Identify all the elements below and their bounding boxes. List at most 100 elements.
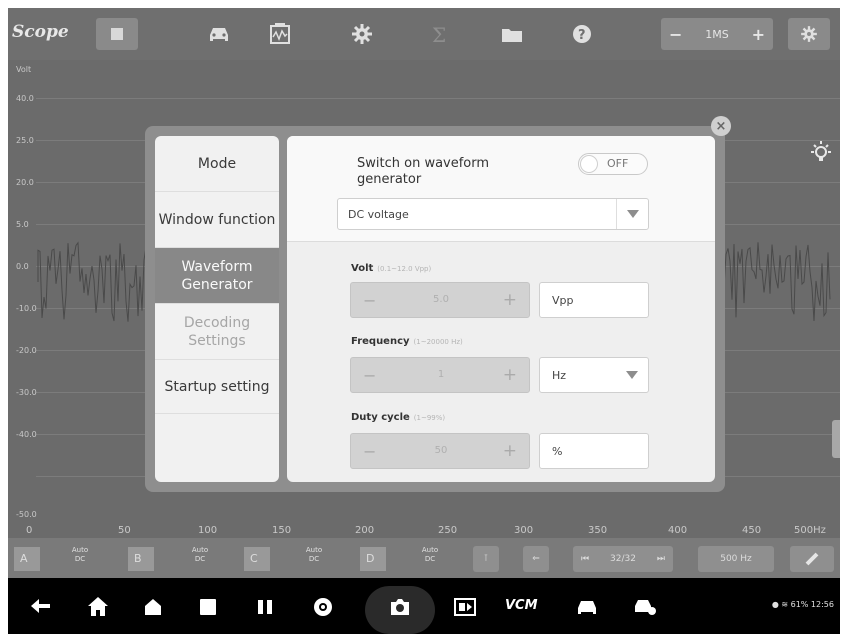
channel-c-mode: Auto bbox=[305, 546, 323, 554]
shop-manager-icon[interactable] bbox=[632, 594, 658, 620]
light-bulb-icon[interactable] bbox=[806, 138, 836, 168]
scope-settings-button[interactable] bbox=[788, 18, 830, 50]
channel-d-settings[interactable]: Auto DC bbox=[416, 546, 444, 564]
channel-d-coupling: DC bbox=[424, 555, 436, 563]
duty-cycle-unit-field[interactable]: % bbox=[539, 433, 649, 469]
channel-a-settings[interactable]: Auto DC bbox=[66, 546, 94, 564]
frame-page: 32/32 bbox=[610, 554, 636, 564]
volt-unit-field[interactable]: Vpp bbox=[539, 282, 649, 318]
frequency-button[interactable]: 500 Hz bbox=[698, 546, 774, 572]
stop-button[interactable] bbox=[96, 18, 138, 50]
trigger-button[interactable]: ⊺ bbox=[473, 546, 499, 572]
math-sigma-icon[interactable]: Σ bbox=[426, 20, 454, 48]
generator-header: Switch on waveform generator OFF DC volt… bbox=[287, 136, 715, 242]
close-icon[interactable]: × bbox=[711, 116, 731, 136]
location-icon: ● bbox=[771, 600, 779, 609]
help-icon[interactable]: ? bbox=[568, 20, 596, 48]
home-icon[interactable] bbox=[85, 594, 111, 620]
x-tick-label: 450 bbox=[742, 525, 762, 536]
vcm-button[interactable]: VCM bbox=[505, 598, 541, 624]
top-toolbar: Scope Σ ? − 1MS + bbox=[8, 8, 840, 60]
frequency-increase-button[interactable]: + bbox=[503, 365, 517, 385]
duty-cycle-stepper: − 50 + bbox=[350, 433, 530, 469]
channel-c-coupling: DC bbox=[308, 555, 320, 563]
channel-c-button[interactable]: C bbox=[244, 547, 270, 571]
first-frame-icon[interactable]: ⏮ bbox=[581, 554, 589, 564]
channel-c-settings[interactable]: Auto DC bbox=[300, 546, 328, 564]
duty-cycle-label-text: Duty cycle bbox=[351, 412, 410, 423]
settings-gear-icon[interactable] bbox=[348, 20, 376, 48]
channel-b-settings[interactable]: Auto DC bbox=[186, 546, 214, 564]
channel-a-mode: Auto bbox=[71, 546, 89, 554]
svg-text:?: ? bbox=[578, 28, 586, 43]
split-screen-icon[interactable] bbox=[252, 594, 278, 620]
camera-icon[interactable] bbox=[387, 594, 413, 620]
frame-navigator: ⏮ 32/32 ⏭ bbox=[573, 546, 673, 572]
menu-item-waveform-generator[interactable]: Waveform Generator bbox=[155, 248, 279, 304]
wifi-icon: ≋ bbox=[781, 600, 789, 609]
waveform-type-select[interactable]: DC voltage bbox=[337, 198, 649, 230]
menu-item-startup-setting[interactable]: Startup setting bbox=[155, 360, 279, 414]
volt-stepper: − 5.0 + bbox=[350, 282, 530, 318]
x-tick-label: 400 bbox=[668, 525, 688, 536]
timebase-value: 1MS bbox=[705, 27, 729, 41]
menu-item-window-function[interactable]: Window function bbox=[155, 192, 279, 248]
frequency-label: Frequency (1~20000 Hz) bbox=[351, 336, 463, 347]
vehicle-diagnostics-icon[interactable] bbox=[574, 594, 600, 620]
folder-icon[interactable] bbox=[498, 20, 526, 48]
frequency-unit: Hz bbox=[552, 369, 567, 382]
channel-b-mode: Auto bbox=[191, 546, 209, 554]
vehicle-icon[interactable] bbox=[205, 20, 233, 48]
generator-toggle[interactable]: OFF bbox=[578, 153, 648, 175]
timebase-decrease-button[interactable]: − bbox=[669, 25, 682, 44]
waveform-type-value: DC voltage bbox=[348, 208, 409, 221]
tablet-screen: Scope Σ ? − 1MS + Volt 40.0 25.0 20.0 5.… bbox=[8, 8, 840, 634]
duty-cycle-increase-button[interactable]: + bbox=[503, 441, 517, 461]
menu-item-decoding-settings[interactable]: Decoding Settings bbox=[155, 304, 279, 360]
volt-increase-button[interactable]: + bbox=[503, 290, 517, 310]
channel-a-coupling: DC bbox=[74, 555, 86, 563]
status-bar: ● ≋ 61% 12:56 bbox=[772, 600, 834, 609]
stop-icon bbox=[111, 28, 123, 40]
cursor-button[interactable]: ⇐ bbox=[523, 546, 549, 572]
menu-item-mode[interactable]: Mode bbox=[155, 136, 279, 192]
x-tick-label: 200 bbox=[355, 525, 375, 536]
x-tick-label: 500Hz bbox=[794, 525, 826, 536]
channel-b-coupling: DC bbox=[194, 555, 206, 563]
side-panel-handle[interactable] bbox=[832, 420, 840, 458]
frequency-stepper: − 1 + bbox=[350, 357, 530, 393]
channel-b-button[interactable]: B bbox=[128, 547, 154, 571]
duty-cycle-range: (1~99%) bbox=[413, 414, 446, 422]
launcher-home-icon[interactable] bbox=[140, 594, 166, 620]
screen-record-icon[interactable] bbox=[452, 594, 478, 620]
waveform-library-icon[interactable] bbox=[266, 20, 294, 48]
frequency-unit-select[interactable]: Hz bbox=[539, 357, 649, 393]
waveform-generator-panel: Switch on waveform generator OFF DC volt… bbox=[287, 136, 715, 482]
channel-bar: A Auto DC B Auto DC C Auto DC D Auto DC … bbox=[8, 538, 840, 578]
browser-icon[interactable] bbox=[310, 594, 336, 620]
duty-cycle-label: Duty cycle (1~99%) bbox=[351, 412, 445, 423]
frequency-range: (1~20000 Hz) bbox=[413, 338, 463, 346]
toggle-knob bbox=[580, 155, 598, 173]
last-frame-icon[interactable]: ⏭ bbox=[657, 554, 665, 564]
x-tick-label: 300 bbox=[514, 525, 534, 536]
chevron-down-icon bbox=[616, 199, 648, 229]
recent-apps-icon[interactable] bbox=[195, 594, 221, 620]
x-tick-label: 50 bbox=[118, 525, 131, 536]
back-icon[interactable] bbox=[28, 594, 54, 620]
volt-label-text: Volt bbox=[351, 263, 374, 274]
x-tick-label: 250 bbox=[438, 525, 458, 536]
volt-range: (0.1~12.0 Vpp) bbox=[377, 265, 432, 273]
channel-a-button[interactable]: A bbox=[14, 547, 40, 571]
volt-unit: Vpp bbox=[552, 294, 574, 307]
gear-icon bbox=[801, 26, 817, 42]
channel-d-mode: Auto bbox=[421, 546, 439, 554]
channel-d-button[interactable]: D bbox=[360, 547, 386, 571]
settings-menu: Mode Window function Waveform Generator … bbox=[155, 136, 279, 482]
probe-icon bbox=[805, 552, 819, 566]
volt-label: Volt (0.1~12.0 Vpp) bbox=[351, 263, 431, 274]
switch-label: Switch on waveform generator bbox=[357, 156, 490, 187]
duty-cycle-unit: % bbox=[552, 445, 563, 458]
probe-button[interactable] bbox=[790, 546, 834, 572]
timebase-increase-button[interactable]: + bbox=[752, 25, 765, 44]
